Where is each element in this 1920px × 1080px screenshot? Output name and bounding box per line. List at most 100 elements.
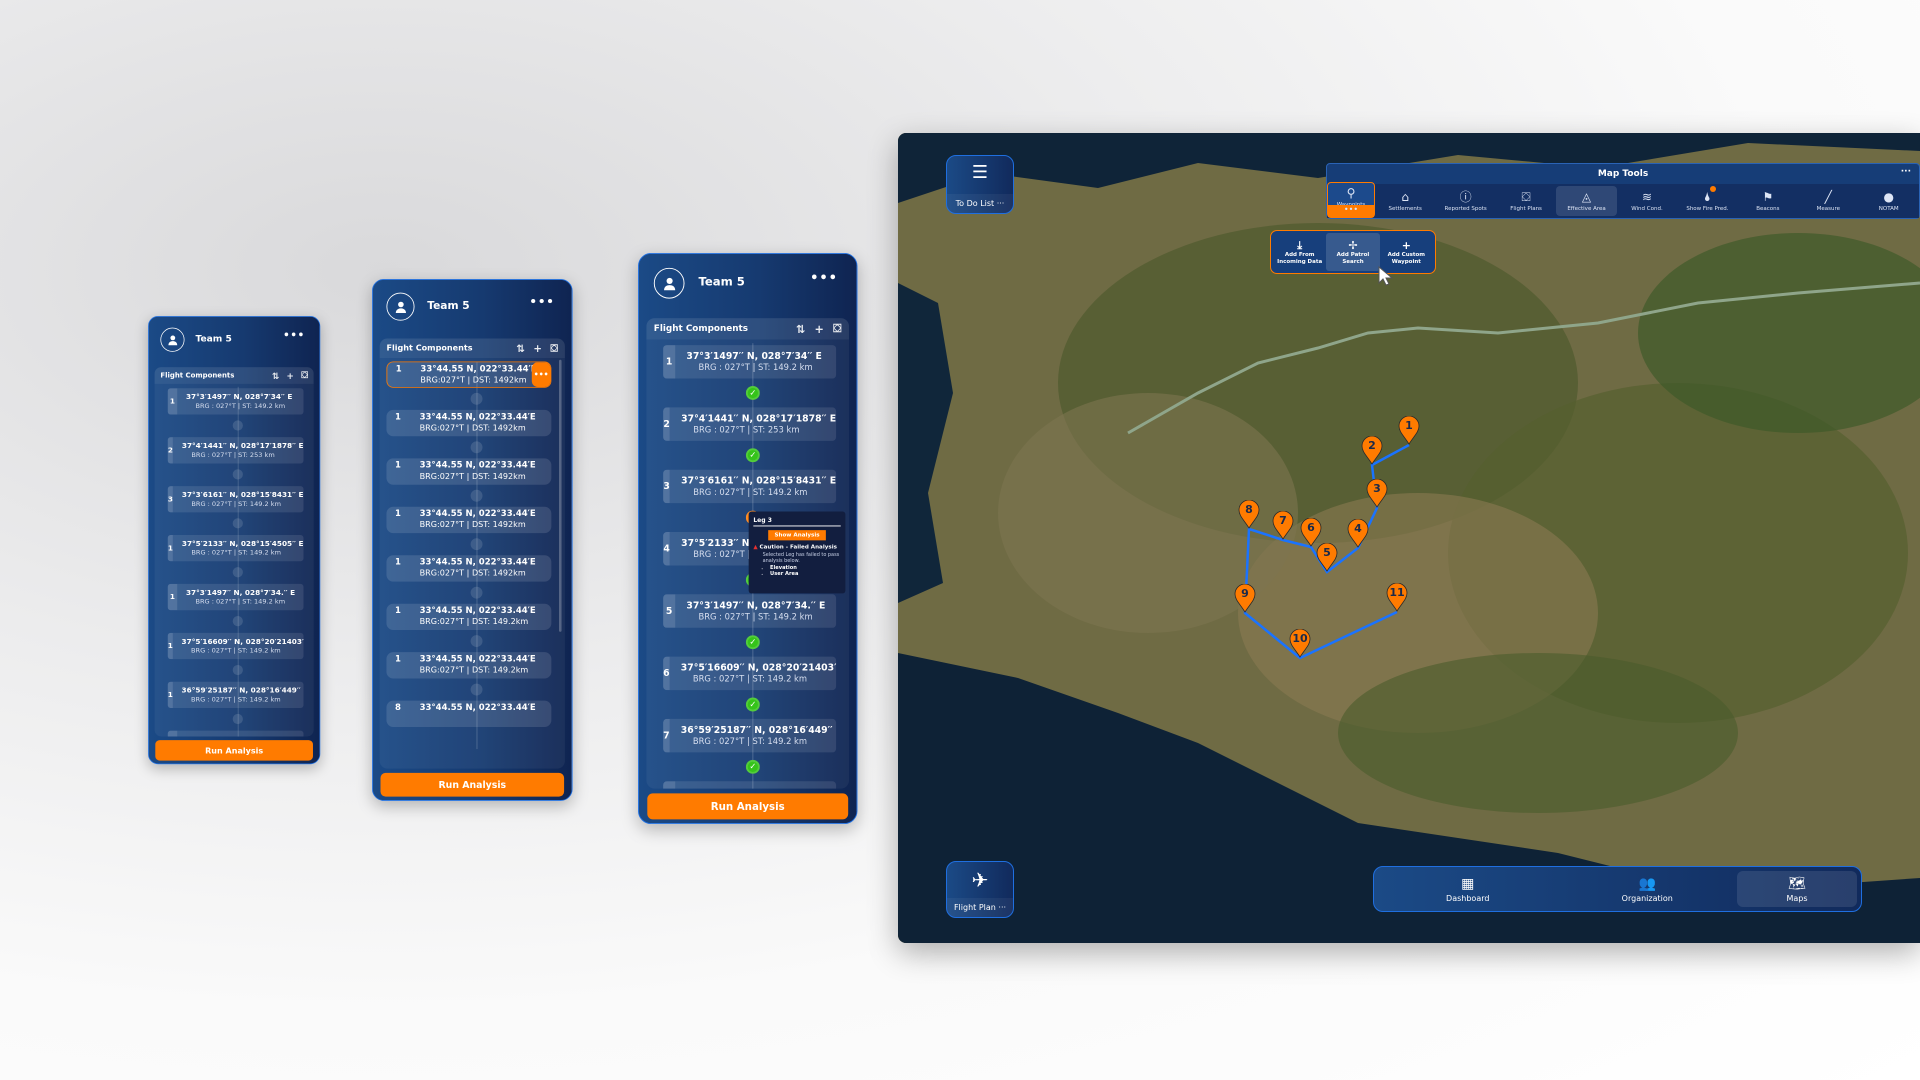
waypoint-coordinates: 37°5′16609′′ N, 028°20′21403′′ E: [181, 637, 304, 646]
map-tool-settlements[interactable]: ⌂ Settlements: [1375, 184, 1435, 218]
patrol-icon: ✢: [1348, 238, 1358, 252]
add-icon[interactable]: +: [287, 370, 294, 380]
map-tool-waypoints[interactable]: ⚲Waypoints•••: [1327, 182, 1375, 218]
more-icon[interactable]: ···: [997, 199, 1005, 208]
waypoint-item[interactable]: 337°3′6161′′ N, 028°15′8431′′ EBRG : 027…: [167, 486, 304, 513]
check-status-icon[interactable]: ✓: [745, 385, 760, 400]
waypoint-number: 1: [663, 345, 676, 379]
map-tool-beacons[interactable]: ⚑ Beacons: [1738, 184, 1798, 218]
waypoint-marker[interactable]: 1: [1398, 415, 1420, 445]
waypoint-item[interactable]: 237°4′1441′′ N, 028°17′1878′′ EBRG : 027…: [663, 407, 837, 441]
waypoint-marker[interactable]: 7: [1272, 510, 1294, 540]
waypoint-item[interactable]: 8 33°44.55 N, 022°33.44′E: [386, 700, 552, 727]
flight-components-section: Flight Components ⇅ + ⛋ 1 33°44.55 N, 022°33.…: [379, 338, 565, 769]
waypoint-marker[interactable]: 6: [1300, 517, 1322, 547]
waypoint-item[interactable]: 1 37°5′16609′′ N, 028°20′21403′′ E BRG : 0…: [167, 632, 304, 660]
sort-icon[interactable]: ⇅: [272, 370, 279, 380]
waypoint-marker[interactable]: 4: [1347, 518, 1369, 548]
waypoint-item[interactable]: 137°3′1497′′ N, 028°7′34′′ EBRG : 027°T …: [663, 345, 837, 379]
flight-plan-button[interactable]: ✈ Flight Plan ···: [946, 861, 1014, 918]
marker-label: 4: [1354, 522, 1362, 535]
map-tool-effective-area[interactable]: ◬ Effective Area: [1556, 186, 1617, 216]
waypoint-number: 8: [394, 703, 401, 713]
avatar[interactable]: [160, 327, 185, 352]
avatar[interactable]: [653, 267, 685, 299]
waypoint-item[interactable]: 1 33°44.55 N, 022°33.44′E BRG:027°T | DST:…: [386, 458, 552, 485]
scrollbar[interactable]: [559, 359, 562, 632]
waypoint-marker[interactable]: 5: [1316, 542, 1338, 572]
waypoint-item[interactable]: 637°5′16609′′ N, 028°20′21403′′ EBRG : 0…: [663, 656, 837, 691]
check-status-icon[interactable]: ✓: [745, 697, 760, 712]
waypoint-text: 33°44.55 N, 022°33.44′E BRG:027°T | DST: …: [401, 461, 536, 481]
add-icon[interactable]: +: [815, 322, 824, 335]
more-options-icon[interactable]: •••: [529, 295, 554, 309]
waypoint-marker[interactable]: 9: [1234, 583, 1256, 613]
more-options-icon[interactable]: •••: [810, 271, 838, 286]
todo-list-button[interactable]: ☰ To Do List ···: [946, 155, 1014, 214]
item-more-button[interactable]: •••: [531, 362, 551, 387]
waypoint-marker[interactable]: 2: [1361, 435, 1383, 465]
tool-label: Wind Cond.: [1631, 206, 1663, 212]
check-status-icon[interactable]: ✓: [745, 448, 760, 463]
waypoint-item[interactable]: 537°3′1497′′ N, 028°7′34.′′ EBRG : 027°T…: [663, 594, 837, 628]
check-status-icon[interactable]: ✓: [745, 759, 760, 774]
sort-icon[interactable]: ⇅: [796, 322, 805, 335]
nav-maps[interactable]: 🗺 Maps: [1737, 871, 1857, 907]
waypoint-item[interactable]: 1 33°44.55 N, 022°33.44′E BRG:027°T | DST:…: [386, 409, 552, 437]
more-icon[interactable]: ···: [998, 903, 1006, 912]
waypoint-coordinates: 36°59′25187′′ N, 028°16′449′′ E: [181, 686, 304, 695]
run-analysis-button[interactable]: Run Analysis: [155, 740, 313, 761]
waypoint-number: 1: [167, 388, 178, 415]
waypoint-item[interactable]: 1 33°44.55 N, 022°33.44′E BRG:027°T | DST:…: [386, 603, 552, 631]
waypoint-marker[interactable]: 10: [1289, 628, 1311, 658]
run-analysis-button[interactable]: Run Analysis: [380, 772, 565, 797]
check-status-icon[interactable]: ✓: [745, 635, 760, 650]
user-icon: [663, 277, 675, 290]
helicopter-icon[interactable]: ⛋: [833, 322, 842, 336]
waypoint-number: 2: [663, 407, 670, 441]
waypoint-marker[interactable]: 8: [1238, 499, 1260, 529]
home-icon: ⌂: [1401, 190, 1410, 204]
nav-organization[interactable]: 👥 Organization: [1558, 871, 1738, 907]
waypoint-item[interactable]: 37°3′1497′′ N, 028°7′34.′′ E: [167, 730, 304, 737]
helicopter-icon[interactable]: ⛋: [301, 370, 308, 381]
waypoint-item[interactable]: 1 37°5′2133′′ N, 028°15′4505′′ E BRG : 027…: [167, 535, 304, 562]
avatar[interactable]: [386, 292, 415, 321]
map-tool-measure[interactable]: ╱ Measure: [1798, 184, 1858, 218]
map-tool-flight-plans[interactable]: ⛋ Flight Plans: [1496, 184, 1556, 218]
waypoint-item[interactable]: 37°3′1497′′ N, 028°7′34.′′ E: [663, 781, 837, 789]
show-analysis-button[interactable]: Show Analysis: [768, 530, 826, 541]
flight-panel-wrapper: Team 5 ••• Flight Components ⇅ + ⛋ 1 33°44.55 N…: [372, 279, 573, 801]
organization-icon: 👥: [1638, 875, 1656, 892]
nav-dashboard[interactable]: ▦ Dashboard: [1378, 871, 1558, 907]
waypoint-item[interactable]: 1 33°44.55 N, 022°33.44′E BRG:027°T | DST:…: [386, 361, 552, 388]
tool-label: Flight Plans: [1510, 206, 1542, 212]
waypoint-item[interactable]: 137°3′1497′′ N, 028°7′34′′ EBRG : 027°T …: [167, 388, 304, 415]
waypoint-item[interactable]: 1 37°3′1497′′ N, 028°7′34.′′ E BRG : 027°T…: [167, 583, 304, 611]
waypoint-item[interactable]: 736°59′25187′′ N, 028°16′449′′ EBRG : 02…: [663, 718, 837, 753]
waypoint-bearing-distance: BRG : 027°T | ST: 253 km: [693, 425, 800, 435]
waypoint-item[interactable]: 237°4′1441′′ N, 028°17′1878′′ EBRG : 027…: [167, 437, 304, 464]
more-icon[interactable]: ···: [1901, 162, 1911, 182]
map-tool-reported-spots[interactable]: ⓘ Reported Spots: [1435, 184, 1495, 218]
waypoint-item[interactable]: 1 33°44.55 N, 022°33.44′E BRG:027°T | DST:…: [386, 555, 552, 582]
waypoint-item[interactable]: 1 33°44.55 N, 022°33.44′E BRG:027°T | DST:…: [386, 506, 552, 534]
waypoints-more-button[interactable]: •••: [1328, 205, 1374, 217]
more-options-icon[interactable]: •••: [283, 330, 305, 342]
sort-icon[interactable]: ⇅: [516, 342, 525, 354]
waypoint-item[interactable]: 1 36°59′25187′′ N, 028°16′449′′ E BRG : 02…: [167, 681, 304, 709]
waypoint-item[interactable]: 337°3′6161′′ N, 028°15′8431′′ EBRG : 027…: [663, 469, 837, 504]
waypoint-menu-patrol[interactable]: ✢ Add Patrol Search: [1326, 233, 1380, 271]
map-tool-notam[interactable]: ● NOTAM: [1859, 184, 1919, 218]
map-view[interactable]: 1 2 3 4 5 6 7 8 9 10 11 ☰ To Do List ··· ✈ Flight …: [898, 133, 1920, 943]
run-analysis-button[interactable]: Run Analysis: [647, 793, 849, 820]
waypoint-item[interactable]: 1 33°44.55 N, 022°33.44′E BRG:027°T | DST:…: [386, 652, 552, 679]
waypoint-menu-download[interactable]: ⤓ Add From Incoming Data: [1273, 233, 1326, 271]
map-tool-wind-cond[interactable]: ≋ Wind Cond.: [1617, 184, 1677, 218]
leg-analysis-tooltip: Leg 3 Show Analysis ▲ Caution - Failed Ana…: [748, 511, 846, 594]
map-tool-show-fire-pred[interactable]: 🌢 Show Fire Pred.: [1677, 184, 1737, 218]
add-icon[interactable]: +: [533, 342, 542, 354]
helicopter-icon[interactable]: ⛋: [550, 342, 558, 355]
waypoint-marker[interactable]: 3: [1366, 478, 1388, 508]
waypoint-marker[interactable]: 11: [1386, 582, 1408, 612]
